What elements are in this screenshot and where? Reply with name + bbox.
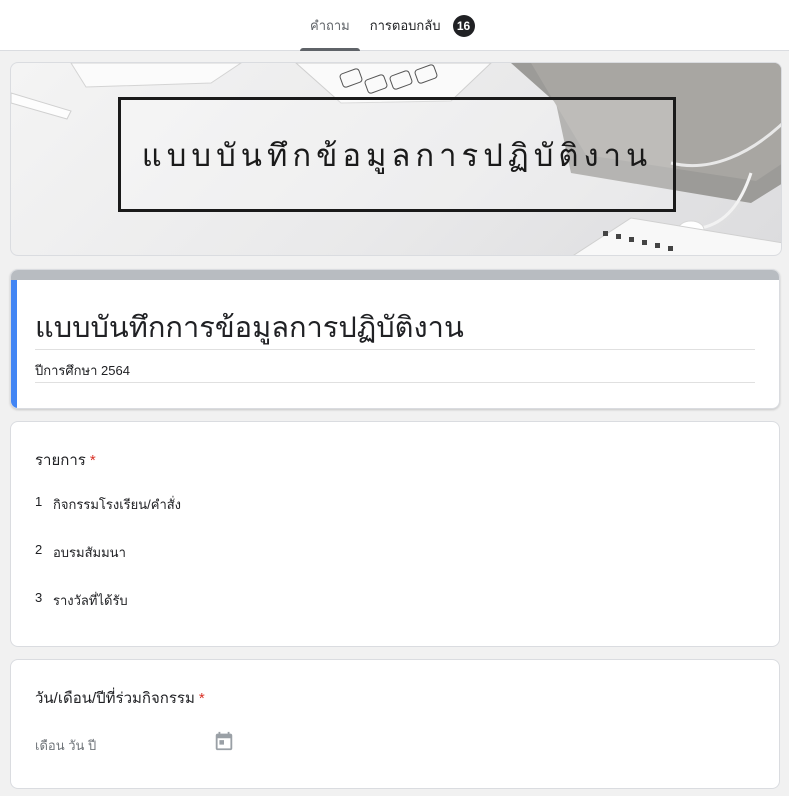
question-card-items[interactable]: รายการ * 1 กิจกรรมโรงเรียน/คำสั่ง 2 อบรมส… — [10, 421, 780, 647]
tab-responses[interactable]: การตอบกลับ 16 — [360, 0, 485, 51]
calendar-icon[interactable] — [213, 730, 235, 752]
active-card-indicator — [11, 280, 17, 408]
question-label: รายการ * — [35, 448, 96, 472]
form-description[interactable]: ปีการศึกษา 2564 — [35, 360, 130, 381]
question-title: รายการ — [35, 452, 86, 469]
list-item-number: 2 — [35, 542, 43, 557]
list-item-number: 3 — [35, 590, 43, 605]
question-title: วัน/เดือน/ปีที่ร่วมกิจกรรม — [35, 690, 195, 707]
tab-questions[interactable]: คำถาม — [300, 0, 360, 51]
form-title-card: แบบบันทึกการข้อมูลการปฏิบัติงาน ปีการศึก… — [10, 269, 780, 409]
list-item: 3 รางวัลที่ได้รับ — [35, 590, 128, 611]
tab-responses-label: การตอบกลับ — [369, 18, 441, 33]
responses-count-badge: 16 — [452, 14, 475, 37]
list-item-number: 1 — [35, 494, 43, 509]
tabs: คำถาม การตอบกลับ 16 — [300, 0, 485, 51]
list-item-text: รางวัลที่ได้รับ — [53, 593, 128, 608]
list-item-text: อบรมสัมมนา — [53, 545, 126, 560]
required-asterisk: * — [198, 690, 205, 707]
description-underline — [35, 382, 755, 383]
top-bar: คำถาม การตอบกลับ 16 — [0, 0, 789, 51]
list-item: 2 อบรมสัมมนา — [35, 542, 126, 563]
title-underline — [35, 349, 755, 350]
question-label: วัน/เดือน/ปีที่ร่วมกิจกรรม * — [35, 686, 205, 710]
list-item: 1 กิจกรรมโรงเรียน/คำสั่ง — [35, 494, 181, 515]
header-image: แบบบันทึกข้อมูลการปฏิบัติงาน — [10, 62, 782, 256]
date-placeholder: เดือน วัน ปี — [35, 738, 97, 753]
theme-band — [11, 270, 779, 280]
banner-title: แบบบันทึกข้อมูลการปฏิบัติงาน — [118, 97, 676, 212]
list-item-text: กิจกรรมโรงเรียน/คำสั่ง — [53, 497, 182, 512]
form-title[interactable]: แบบบันทึกการข้อมูลการปฏิบัติงาน — [35, 304, 464, 350]
tab-questions-label: คำถาม — [310, 18, 350, 33]
question-card-date[interactable]: วัน/เดือน/ปีที่ร่วมกิจกรรม * เดือน วัน ปี — [10, 659, 780, 789]
required-asterisk: * — [89, 452, 96, 469]
